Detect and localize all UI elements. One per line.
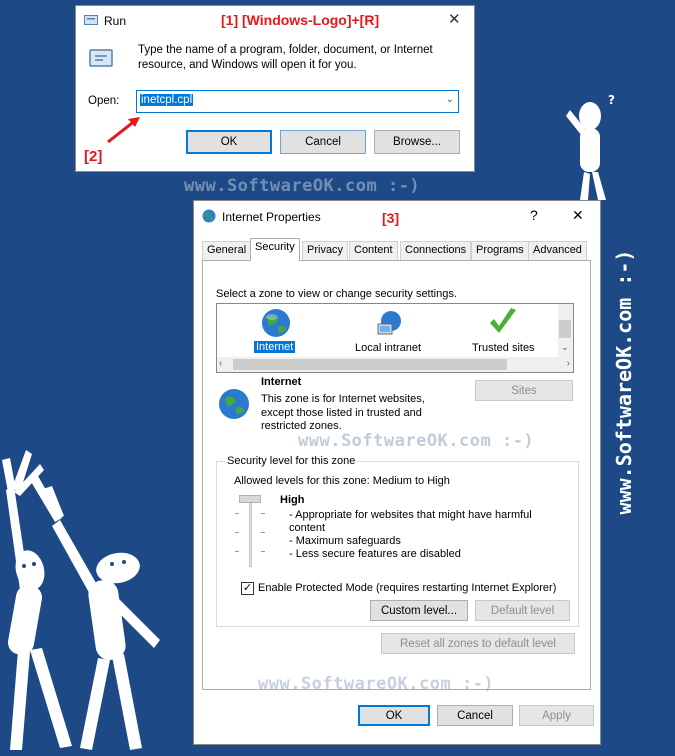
zone-vertical-scrollbar[interactable]: ⌄ — [558, 304, 573, 357]
open-label: Open: — [88, 95, 120, 107]
level-bullet: - Maximum safeguards — [289, 535, 401, 547]
selected-zone-title: Internet — [261, 376, 302, 388]
zone-prompt: Select a zone to view or change security… — [216, 288, 457, 300]
run-description: Type the name of a program, folder, docu… — [138, 44, 433, 71]
svg-text:?: ? — [608, 93, 615, 107]
annotation-step-1: [1] [Windows-Logo]+[R] — [221, 12, 380, 28]
ie-cancel-button[interactable]: Cancel — [437, 705, 513, 726]
globe-icon[interactable] — [261, 308, 291, 338]
zone-item-local-intranet[interactable]: Local intranet — [355, 342, 421, 354]
run-title: Run — [104, 14, 127, 28]
globe-icon — [202, 209, 216, 223]
scroll-left-icon[interactable]: ‹ — [219, 358, 222, 369]
tab-content[interactable]: Content — [349, 241, 398, 260]
vertical-watermark: www.SoftwareOK.com :-) — [612, 249, 636, 515]
tab-privacy[interactable]: Privacy — [302, 241, 349, 260]
tab-advanced[interactable]: Advanced — [528, 241, 587, 260]
zone-horizontal-scrollbar[interactable]: ‹ › — [217, 357, 573, 372]
scroll-down-icon[interactable]: ⌄ — [561, 342, 569, 353]
scrollbar-thumb[interactable] — [559, 320, 571, 338]
chevron-down-icon[interactable]: ⌄ — [446, 94, 454, 105]
ie-apply-button[interactable]: Apply — [519, 705, 594, 726]
reset-all-zones-button[interactable]: Reset all zones to default level — [381, 633, 575, 654]
ie-title: Internet Properties — [222, 210, 321, 224]
run-app-icon — [84, 13, 98, 27]
run-browse-button[interactable]: Browse... — [374, 130, 460, 154]
level-bullet: - Appropriate for websites that might ha… — [289, 509, 532, 534]
help-icon[interactable]: ? — [530, 207, 538, 223]
scroll-right-icon[interactable]: › — [567, 358, 570, 369]
protected-mode-label[interactable]: Enable Protected Mode (requires restarti… — [258, 582, 556, 594]
watermark-text: www.SoftwareOK.com :-) — [184, 176, 421, 196]
intranet-icon[interactable] — [375, 308, 405, 338]
ie-ok-button[interactable]: OK — [358, 705, 430, 726]
level-bullet: - Less secure features are disabled — [289, 548, 461, 560]
zone-list[interactable]: Internet Local intranet Trusted sites ⌄ … — [216, 303, 574, 373]
sites-button[interactable]: Sites — [475, 380, 573, 401]
open-input-value[interactable]: inetcpl.cpl — [140, 94, 194, 106]
tab-connections[interactable]: Connections — [400, 241, 472, 260]
level-name: High — [280, 494, 305, 506]
checkmark-icon[interactable] — [487, 306, 519, 338]
watermark-text: www.SoftwareOK.com :-) — [298, 431, 535, 451]
run-dialog: Run [1] [Windows-Logo]+[R] ✕ Type the na… — [75, 5, 475, 172]
security-tab-panel: Select a zone to view or change security… — [202, 260, 591, 690]
watermark-text: www.SoftwareOK.com :-) — [258, 674, 495, 694]
close-icon[interactable]: ✕ — [572, 207, 584, 224]
annotation-step-3: [3] — [382, 210, 400, 226]
custom-level-button[interactable]: Custom level... — [370, 600, 468, 621]
default-level-button[interactable]: Default level — [475, 600, 570, 621]
zone-item-internet[interactable]: Internet — [254, 341, 296, 353]
allowed-levels-text: Allowed levels for this zone: Medium to … — [234, 475, 450, 487]
security-level-group: Security level for this zone Allowed lev… — [216, 455, 579, 627]
cartoon-figures-illustration — [2, 450, 160, 750]
tab-programs[interactable]: Programs — [471, 241, 529, 260]
selected-zone-description: This zone is for Internet websites, exce… — [261, 393, 425, 432]
run-dialog-icon — [89, 46, 113, 70]
security-level-slider[interactable] — [235, 495, 265, 569]
close-icon[interactable]: ✕ — [448, 10, 461, 28]
annotation-step-2: [2] — [84, 148, 103, 165]
thinking-figure-illustration: ? — [566, 93, 615, 200]
globe-icon — [218, 388, 250, 420]
scrollbar-thumb[interactable] — [233, 359, 507, 370]
open-combobox[interactable]: inetcpl.cpl ⌄ — [136, 90, 459, 113]
zone-item-trusted-sites[interactable]: Trusted sites — [472, 342, 535, 354]
red-arrow-icon — [107, 117, 140, 144]
security-level-legend: Security level for this zone — [225, 455, 358, 467]
protected-mode-checkbox[interactable]: ✓ — [241, 582, 254, 595]
tab-security[interactable]: Security — [250, 238, 300, 261]
run-ok-button[interactable]: OK — [186, 130, 272, 154]
run-cancel-button[interactable]: Cancel — [280, 130, 366, 154]
tab-general[interactable]: General — [202, 241, 252, 260]
slider-thumb[interactable] — [239, 495, 261, 503]
